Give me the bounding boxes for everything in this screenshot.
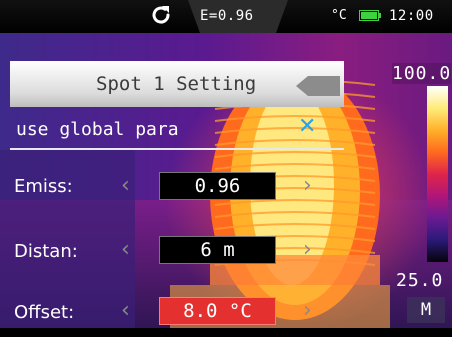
back-button[interactable] — [296, 76, 340, 96]
scale-min-value: 25.0 — [396, 270, 444, 291]
panel-header: Spot 1 Setting — [10, 61, 344, 107]
close-icon[interactable]: ✕ — [298, 114, 316, 139]
offset-decrease-arrow-icon[interactable]: ‹ — [121, 298, 130, 323]
camera-screen: E=0.96 °C 12:00 Spot 1 Setting use globa… — [0, 0, 452, 337]
offset-increase-arrow-icon[interactable]: › — [303, 298, 312, 323]
bottom-bezel — [0, 328, 452, 337]
clock: 12:00 — [389, 8, 434, 24]
emiss-value-field[interactable]: 0.96 — [159, 172, 276, 200]
status-bar: E=0.96 °C 12:00 — [0, 0, 452, 33]
thermal-image — [0, 0, 452, 337]
distance-increase-arrow-icon[interactable]: › — [303, 237, 312, 262]
range-mode-badge[interactable]: M — [407, 297, 445, 323]
offset-label: Offset: — [14, 302, 75, 323]
emiss-increase-arrow-icon[interactable]: › — [303, 173, 312, 198]
panel-title: Spot 1 Setting — [96, 73, 257, 95]
divider — [10, 148, 344, 150]
color-scale-bar — [427, 86, 448, 262]
offset-value-field[interactable]: 8.0 °C — [159, 297, 276, 325]
emiss-decrease-arrow-icon[interactable]: ‹ — [121, 173, 130, 198]
temperature-unit: °C — [331, 8, 347, 23]
use-global-param-label: use global para — [16, 119, 179, 140]
use-global-param-row[interactable]: use global para ✕ — [10, 113, 344, 147]
distance-label: Distan: — [14, 241, 78, 262]
back-arrow-icon — [296, 76, 340, 96]
distance-decrease-arrow-icon[interactable]: ‹ — [121, 237, 130, 262]
refresh-icon[interactable] — [149, 3, 173, 27]
emissivity-status: E=0.96 — [200, 8, 254, 24]
scale-max-value: 100.0 — [392, 63, 452, 84]
distance-value-field[interactable]: 6 m — [159, 236, 276, 264]
emiss-label: Emiss: — [14, 176, 73, 197]
battery-icon — [359, 10, 381, 21]
